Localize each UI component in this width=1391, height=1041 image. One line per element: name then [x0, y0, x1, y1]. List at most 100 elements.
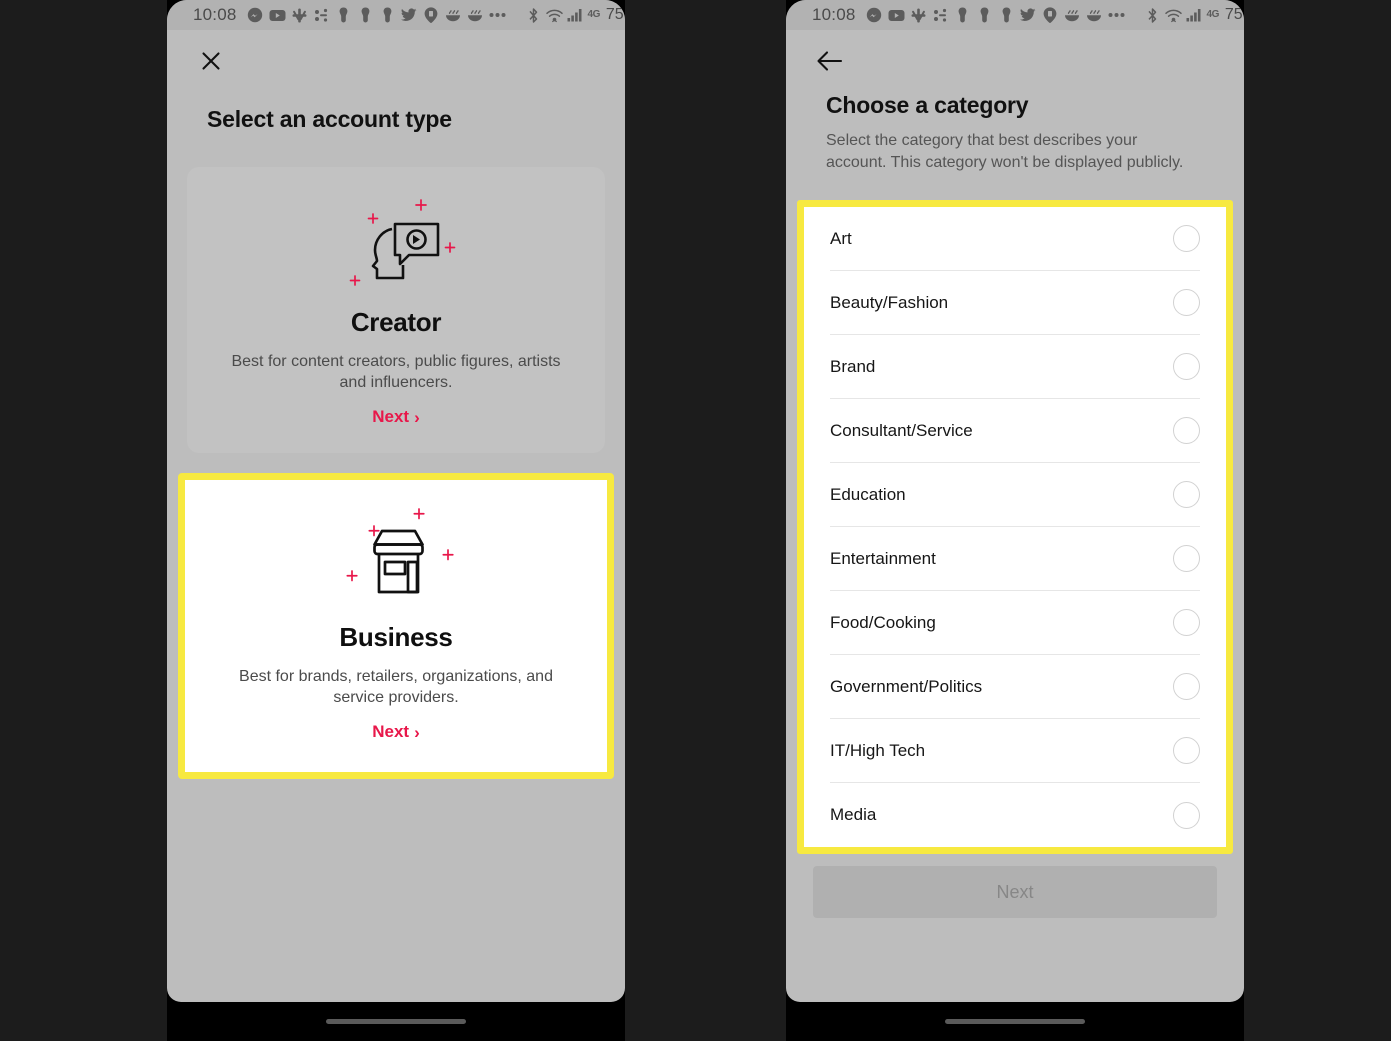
phone-left: 10:08 4G 75%	[167, 0, 625, 1041]
list-item[interactable]: Media	[830, 783, 1200, 847]
pin-hand-icon-2	[357, 7, 374, 24]
account-type-card-business[interactable]: Business Best for brands, retailers, org…	[178, 473, 614, 780]
more-dots-icon	[489, 7, 506, 24]
category-label: Beauty/Fashion	[830, 292, 949, 312]
list-item[interactable]: Education	[830, 463, 1200, 528]
messenger-icon	[247, 7, 264, 24]
card-title-creator: Creator	[350, 307, 442, 337]
bluetooth-icon	[1144, 7, 1161, 24]
category-radio[interactable]	[1173, 289, 1200, 317]
list-item[interactable]: Entertainment	[830, 527, 1200, 592]
category-radio[interactable]	[1173, 545, 1200, 573]
right-navbar	[786, 30, 1244, 92]
chevron-right-icon: ›	[414, 407, 420, 427]
category-radio[interactable]	[1173, 737, 1200, 765]
right-screen: 10:08 4G 75%	[786, 0, 1244, 1002]
pin-hand-icon	[954, 7, 971, 24]
battery-percent-label: 75%	[1224, 6, 1244, 23]
network-4g-icon: 4G	[587, 9, 601, 20]
pin-hand-icon	[335, 7, 352, 24]
status-right-group: 4G 75%	[525, 6, 625, 24]
chevron-right-icon: ›	[414, 722, 420, 742]
screenshot-stage: 10:08 4G 75%	[0, 0, 1391, 1041]
food-bowl-icon-2	[467, 7, 484, 24]
location-tag-icon	[423, 7, 440, 24]
page-title: Select an account type	[207, 106, 452, 132]
twitter-icon	[401, 7, 418, 24]
category-label: Art	[830, 228, 852, 248]
head-play-bubble-icon	[211, 187, 581, 297]
bluetooth-icon	[525, 7, 542, 24]
list-item[interactable]: Consultant/Service	[830, 399, 1200, 464]
card-description-business: Best for brands, retailers, organization…	[239, 668, 553, 707]
left-navbar	[167, 30, 625, 92]
gesture-zone-left	[167, 1002, 625, 1041]
network-4g-icon: 4G	[1206, 9, 1220, 20]
left-screen: 10:08 4G 75%	[167, 0, 625, 1002]
creator-next-label: Next	[372, 407, 410, 427]
next-button[interactable]: Next	[813, 866, 1217, 919]
category-radio[interactable]	[1173, 225, 1200, 253]
status-bar-right: 10:08 4G 75%	[786, 0, 1244, 30]
dots-connect-icon	[313, 7, 330, 24]
battery-percent-label: 75%	[605, 6, 625, 23]
card-title-business: Business	[339, 622, 453, 653]
food-bowl-icon-2	[1086, 7, 1103, 24]
card-description-creator: Best for content creators, public figure…	[231, 353, 561, 392]
messenger-icon	[866, 7, 883, 24]
business-next-button[interactable]: Next ›	[372, 722, 420, 742]
slack-icon	[291, 7, 308, 24]
wifi-icon	[545, 7, 563, 24]
pin-hand-icon-2	[976, 7, 993, 24]
list-item[interactable]: IT/High Tech	[830, 719, 1200, 784]
dots-connect-icon	[932, 7, 949, 24]
category-list: Art Beauty/Fashion Brand Consultant/Serv…	[804, 207, 1226, 848]
category-label: Brand	[830, 356, 876, 376]
category-radio[interactable]	[1173, 609, 1200, 637]
category-radio[interactable]	[1173, 673, 1200, 701]
category-label: Food/Cooking	[830, 612, 936, 632]
page-subtitle: Select the category that best describes …	[826, 132, 1184, 171]
list-item[interactable]: Art	[830, 207, 1200, 272]
pin-hand-icon-3	[998, 7, 1015, 24]
list-item[interactable]: Food/Cooking	[830, 591, 1200, 656]
back-arrow-icon[interactable]	[813, 44, 847, 78]
category-radio[interactable]	[1173, 481, 1200, 509]
wifi-icon	[1164, 7, 1182, 24]
status-bar-left: 10:08 4G 75%	[167, 0, 625, 30]
close-icon[interactable]	[194, 44, 228, 78]
youtube-icon	[888, 7, 905, 24]
category-label: Education	[830, 484, 906, 504]
phone-right: 10:08 4G 75%	[786, 0, 1244, 1041]
category-list-highlight: Art Beauty/Fashion Brand Consultant/Serv…	[797, 200, 1233, 855]
creator-next-button[interactable]: Next ›	[372, 407, 420, 427]
category-label: Consultant/Service	[830, 420, 973, 440]
page-title: Choose a category	[826, 92, 1029, 118]
list-item[interactable]: Government/Politics	[830, 655, 1200, 720]
list-item[interactable]: Beauty/Fashion	[830, 271, 1200, 336]
signal-bars-icon	[567, 7, 584, 24]
category-radio[interactable]	[1173, 801, 1200, 829]
status-clock: 10:08	[193, 5, 237, 24]
food-bowl-icon	[1064, 7, 1081, 24]
list-item[interactable]: Brand	[830, 335, 1200, 400]
category-radio[interactable]	[1173, 417, 1200, 445]
gesture-bar[interactable]	[945, 1019, 1085, 1024]
signal-bars-icon	[1186, 7, 1203, 24]
slack-icon	[910, 7, 927, 24]
storefront-icon	[209, 502, 583, 612]
location-tag-icon	[1042, 7, 1059, 24]
category-label: IT/High Tech	[830, 740, 926, 760]
food-bowl-icon	[445, 7, 462, 24]
business-next-label: Next	[372, 722, 410, 742]
twitter-icon	[1020, 7, 1037, 24]
next-button-area: Next	[786, 854, 1244, 919]
more-dots-icon	[1108, 7, 1125, 24]
category-label: Media	[830, 805, 877, 825]
account-type-card-creator[interactable]: Creator Best for content creators, publi…	[187, 167, 605, 454]
youtube-icon	[269, 7, 286, 24]
gesture-bar[interactable]	[326, 1019, 466, 1024]
category-label: Government/Politics	[830, 676, 983, 696]
category-radio[interactable]	[1173, 353, 1200, 381]
gesture-zone-right	[786, 1002, 1244, 1041]
